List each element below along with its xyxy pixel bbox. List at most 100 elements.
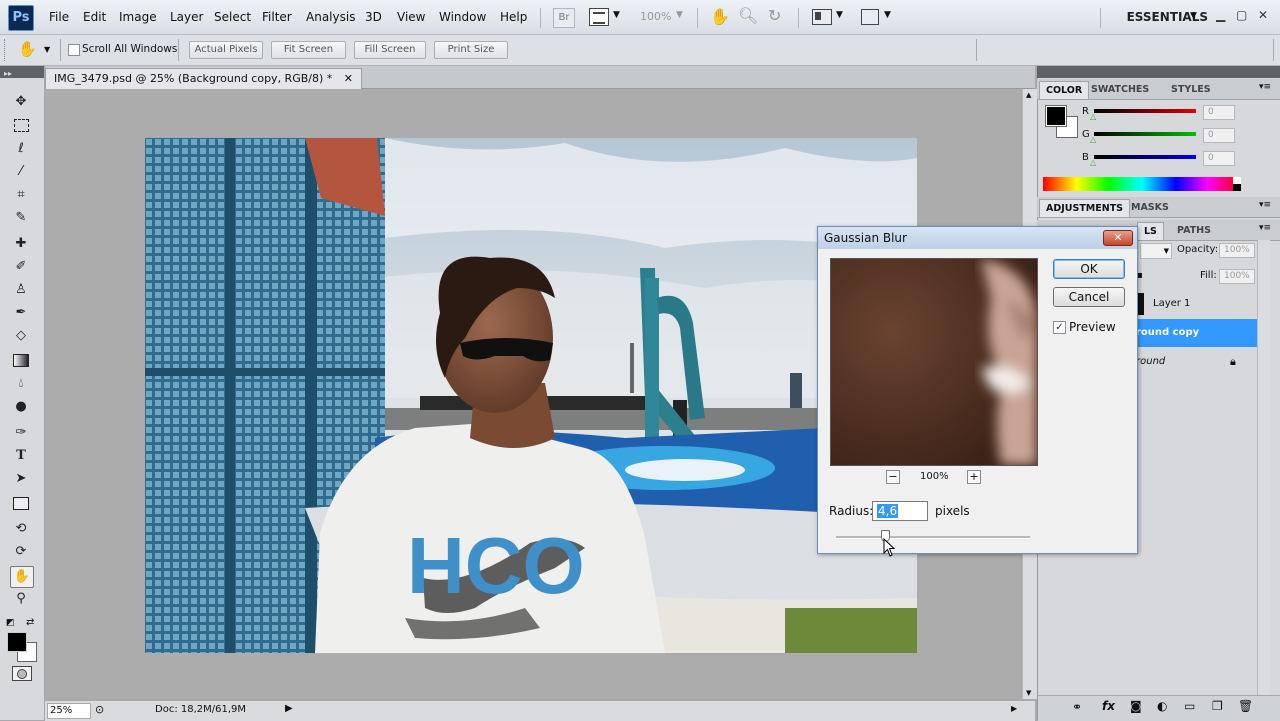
photo-canvas[interactable]: HCO — [145, 138, 917, 653]
zoom-level[interactable]: 100% — [640, 10, 671, 23]
chevron-down-icon[interactable]: ▼ — [836, 10, 843, 20]
radius-input[interactable]: 4,6 — [872, 501, 928, 521]
tab-styles[interactable]: STYLES — [1165, 81, 1217, 98]
chevron-down-icon[interactable]: ▼ — [676, 10, 683, 20]
close-icon[interactable]: ✕ — [1258, 8, 1268, 22]
hand-tool-preset-icon[interactable]: ✋ — [18, 40, 37, 58]
opacity-field[interactable]: 100% — [1219, 243, 1255, 258]
menu-image[interactable]: Image — [119, 10, 157, 24]
channel-b-thumb-icon[interactable]: △ — [1090, 158, 1096, 167]
fill-field[interactable]: 100% — [1219, 269, 1255, 284]
eyedropper-tool-icon[interactable]: ✎ — [10, 208, 32, 228]
history-brush-tool-icon[interactable]: ✒ — [10, 303, 32, 323]
tab-layers[interactable]: LS — [1137, 222, 1164, 240]
cancel-button[interactable]: Cancel — [1053, 287, 1125, 307]
zoom-field[interactable]: 25% — [47, 703, 91, 719]
hand-icon[interactable]: ✋ — [710, 7, 730, 26]
chevron-down-icon[interactable]: ▼ — [613, 10, 620, 20]
new-group-icon[interactable]: ▭ — [1184, 699, 1195, 713]
new-layer-icon[interactable]: ❐ — [1212, 699, 1223, 713]
3d-orbit-tool-icon[interactable]: ⟳ — [10, 542, 32, 562]
channel-r-slider[interactable] — [1094, 109, 1196, 113]
scroll-up-icon[interactable]: ▲ — [1026, 91, 1031, 99]
channel-g-value[interactable]: 0 — [1203, 128, 1235, 143]
fit-screen-button[interactable]: Fit Screen — [271, 41, 346, 59]
hand-tool-icon[interactable]: ✋ — [10, 566, 34, 588]
trash-icon[interactable]: 🗑︎ — [1238, 699, 1253, 713]
preview-checkbox[interactable]: ✓ — [1053, 321, 1066, 334]
swap-colors-icon[interactable]: ⇄ — [26, 617, 34, 628]
crop-tool-icon[interactable]: ⌗ — [10, 185, 32, 205]
arrange-documents-icon[interactable] — [812, 9, 832, 25]
status-icon[interactable]: ⊙ — [95, 703, 104, 716]
menu-window[interactable]: Window — [439, 10, 486, 24]
scroll-right-icon[interactable]: ▶ — [1011, 704, 1017, 713]
menu-filter[interactable]: Filter — [262, 10, 292, 24]
quick-mask-icon[interactable] — [12, 666, 32, 681]
tab-masks[interactable]: MASKS — [1125, 199, 1175, 216]
type-tool-icon[interactable]: T — [10, 446, 32, 466]
tab-color[interactable]: COLOR — [1039, 81, 1090, 99]
layer-style-icon[interactable]: fx — [1102, 699, 1115, 713]
dialog-close-icon[interactable]: ✕ — [1103, 230, 1133, 246]
channel-g-thumb-icon[interactable]: △ — [1090, 135, 1096, 144]
gradient-tool-icon[interactable] — [10, 350, 32, 370]
link-layers-icon[interactable]: ⚭ — [1072, 700, 1082, 714]
menu-view[interactable]: View — [397, 10, 425, 24]
ok-button[interactable]: OK — [1053, 259, 1125, 279]
layers-scrollbar[interactable] — [1257, 240, 1270, 695]
scroll-down-icon[interactable]: ▼ — [1026, 689, 1031, 697]
menu-help[interactable]: Help — [500, 10, 527, 24]
blend-mode-select[interactable]: ▼ — [1140, 243, 1172, 259]
tab-swatches[interactable]: SWATCHES — [1085, 81, 1155, 98]
dodge-tool-icon[interactable]: ● — [10, 397, 32, 417]
menu-analysis[interactable]: Analysis — [306, 10, 355, 24]
fill-screen-button[interactable]: Fill Screen — [354, 41, 426, 59]
close-tab-icon[interactable]: ✕ — [344, 72, 353, 85]
checkbox-icon[interactable] — [68, 44, 80, 56]
chevron-down-icon[interactable]: ▼ — [1164, 247, 1169, 255]
eraser-tool-icon[interactable]: ◇ — [10, 326, 32, 346]
black-white-swatch[interactable] — [1233, 177, 1241, 191]
status-menu-arrow-icon[interactable]: ▶ — [285, 703, 293, 714]
path-selection-tool-icon[interactable]: ➤ — [10, 469, 32, 489]
move-tool-icon[interactable]: ✥ — [10, 92, 32, 112]
blur-tool-icon[interactable]: 💧︎ — [10, 374, 32, 394]
default-colors-icon[interactable]: ◩ — [6, 618, 15, 628]
bridge-button[interactable]: Br — [553, 8, 575, 28]
clone-stamp-tool-icon[interactable]: ♙ — [10, 280, 32, 300]
marquee-tool-icon[interactable] — [10, 116, 32, 136]
zoom-icon[interactable]: 🔍︎ — [738, 6, 758, 25]
menu-layer[interactable]: Layer — [170, 10, 203, 24]
screen-mode-icon[interactable] — [589, 8, 609, 26]
adjustment-layer-icon[interactable]: ◐ — [1157, 699, 1167, 713]
foreground-color-swatch[interactable] — [7, 632, 27, 652]
panels-dock-header[interactable] — [1037, 66, 1280, 78]
lasso-tool-icon[interactable]: ℓ — [10, 139, 32, 159]
chevron-down-icon[interactable]: ▼ — [44, 45, 50, 54]
menu-select[interactable]: Select — [214, 10, 251, 24]
radius-slider[interactable] — [836, 536, 1030, 539]
3d-rotate-tool-icon[interactable]: ⟲ — [10, 519, 32, 539]
minimize-icon[interactable]: ▁ — [1216, 8, 1225, 22]
panel-menu-icon[interactable]: ▾≡ — [1259, 223, 1271, 233]
panel-menu-icon[interactable]: ▾≡ — [1259, 200, 1271, 210]
panel-menu-icon[interactable]: ▾≡ — [1259, 82, 1271, 92]
channel-r-value[interactable]: 0 — [1203, 105, 1235, 120]
document-tab[interactable]: IMG_3479.psd @ 25% (Background copy, RGB… — [45, 68, 362, 89]
tab-paths[interactable]: PATHS — [1171, 222, 1217, 239]
scroll-all-windows-checkbox[interactable] — [68, 43, 80, 56]
blur-preview[interactable] — [830, 258, 1038, 466]
print-size-button[interactable]: Print Size — [434, 41, 508, 59]
actual-pixels-button[interactable]: Actual Pixels — [189, 41, 263, 59]
healing-brush-tool-icon[interactable]: ✚ — [10, 234, 32, 254]
rectangle-tool-icon[interactable] — [10, 493, 32, 513]
quick-selection-tool-icon[interactable]: ⁄ — [10, 162, 32, 182]
tools-panel-header[interactable]: ▸▸ — [0, 66, 44, 78]
channel-b-value[interactable]: 0 — [1203, 151, 1235, 166]
zoom-out-button[interactable]: − — [886, 470, 900, 484]
channel-g-slider[interactable] — [1094, 132, 1196, 136]
grip-icon[interactable] — [4, 39, 8, 61]
brush-tool-icon[interactable]: ✐ — [10, 257, 32, 277]
channel-r-thumb-icon[interactable]: △ — [1090, 112, 1096, 121]
